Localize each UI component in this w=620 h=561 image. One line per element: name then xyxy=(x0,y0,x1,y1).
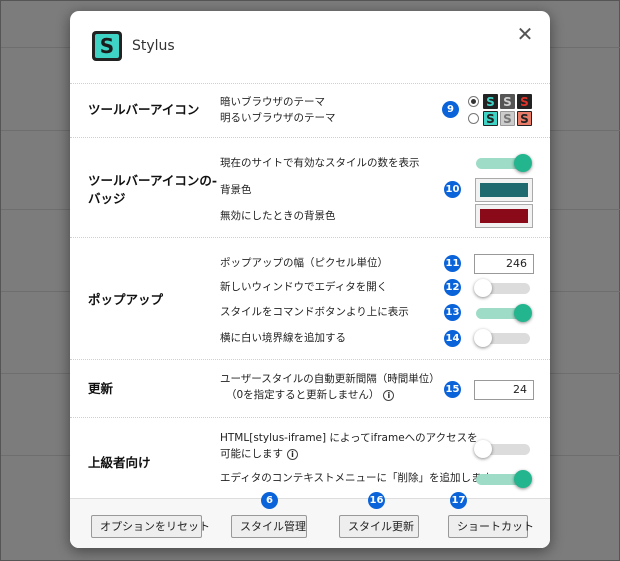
popup-width-label: ポップアップの幅（ピクセル単位） xyxy=(220,257,388,269)
stylus-icon-light-active: S xyxy=(483,111,498,126)
show-count-toggle[interactable] xyxy=(474,154,532,172)
stylus-logo: S xyxy=(92,31,122,61)
callout-badge: 16 xyxy=(368,492,385,509)
disabled-bg-color-picker[interactable] xyxy=(475,204,533,228)
section-title: ツールバーアイコン xyxy=(88,102,200,117)
info-icon[interactable]: i xyxy=(287,448,298,460)
light-theme-radio[interactable] xyxy=(468,113,479,124)
dark-theme-radio[interactable] xyxy=(468,96,479,107)
update-styles-button[interactable]: スタイル更新 xyxy=(339,515,419,538)
callout-badge: 11 xyxy=(444,255,461,272)
info-icon[interactable]: i xyxy=(383,389,395,401)
shortcuts-button[interactable]: ショートカット xyxy=(448,515,534,538)
context-menu-delete-toggle[interactable] xyxy=(474,470,532,488)
show-count-label: 現在のサイトで有効なスタイルの数を表示 xyxy=(220,157,420,169)
callout-badge: 17 xyxy=(450,492,467,509)
bg-color-fill xyxy=(480,183,528,197)
open-editor-window-label: 新しいウィンドウでエディタを開く xyxy=(220,281,388,293)
callout-badge: 12 xyxy=(444,279,461,296)
section-title: 上級者向け xyxy=(88,455,151,470)
callout-badge: 9 xyxy=(442,101,459,118)
callout-badge: 14 xyxy=(444,330,461,347)
toggle-knob xyxy=(514,470,532,488)
toggle-knob xyxy=(474,329,492,347)
open-editor-window-toggle[interactable] xyxy=(474,279,532,297)
app-title: Stylus xyxy=(132,38,175,54)
options-dialog: S Stylus ✕ ツールバーアイコン 暗いブラウザのテーマ 明るいブラウザの… xyxy=(70,11,550,548)
disabled-bg-color-label: 無効にしたときの背景色 xyxy=(220,210,336,222)
dialog-footer: オプションをリセット スタイル管理 スタイル更新 ショートカット 6 16 17 xyxy=(70,492,550,548)
callout-badge: 6 xyxy=(261,492,278,509)
popup-width-input[interactable]: 246 xyxy=(474,254,534,274)
stylus-icon-light-disabled: S xyxy=(517,111,532,126)
light-theme-label: 明るいブラウザのテーマ xyxy=(220,112,336,124)
dialog-header: S Stylus ✕ xyxy=(70,11,550,81)
callout-badge: 15 xyxy=(444,381,461,398)
section-title: ポップアップ xyxy=(88,292,164,307)
stylus-logo-letter: S xyxy=(95,34,119,58)
iframe-access-label-text: 可能にします xyxy=(220,448,283,460)
callout-badge: 10 xyxy=(444,181,461,198)
update-interval-label: ユーザースタイルの自動更新間隔（時間単位） xyxy=(220,373,440,385)
toggle-knob xyxy=(474,440,492,458)
bg-color-label: 背景色 xyxy=(220,184,252,196)
styles-above-label: スタイルをコマンドボタンより上に表示 xyxy=(220,306,409,318)
stylus-icon-dark-active: S xyxy=(483,94,498,109)
section-title-line1: ツールバーアイコンの- xyxy=(88,173,218,188)
context-menu-delete-label: エディタのコンテキストメニューに「削除」を追加します xyxy=(220,472,492,484)
white-border-toggle[interactable] xyxy=(474,329,532,347)
reset-options-button[interactable]: オプションをリセット xyxy=(91,515,210,538)
disabled-bg-color-fill xyxy=(480,209,528,223)
toggle-knob xyxy=(514,304,532,322)
update-interval-input[interactable]: 24 xyxy=(474,380,534,400)
dark-theme-label: 暗いブラウザのテーマ xyxy=(220,96,325,108)
section-toolbar-icon: ツールバーアイコン 暗いブラウザのテーマ 明るいブラウザのテーマ 9 S S S… xyxy=(70,83,550,137)
iframe-access-toggle[interactable] xyxy=(474,440,532,458)
close-icon[interactable]: ✕ xyxy=(514,23,536,45)
white-border-label: 横に白い境界線を追加する xyxy=(220,332,346,344)
styles-above-toggle[interactable] xyxy=(474,304,532,322)
manage-styles-button[interactable]: スタイル管理 xyxy=(231,515,307,538)
toggle-knob xyxy=(474,279,492,297)
stylus-icon-light-inactive: S xyxy=(500,111,515,126)
section-title: 更新 xyxy=(88,381,114,396)
stylus-icon-dark-inactive: S xyxy=(500,94,515,109)
update-interval-hint: （0を指定すると更新しません） i xyxy=(226,388,395,402)
stylus-icon-dark-disabled: S xyxy=(517,94,532,109)
callout-badge: 13 xyxy=(444,304,461,321)
section-popup: ポップアップ ポップアップの幅（ピクセル単位） 新しいウィンドウでエディタを開く… xyxy=(70,237,550,359)
section-advanced: 上級者向け HTML[stylus-iframe] によってiframeへのアク… xyxy=(70,417,550,498)
iframe-access-label: HTML[stylus-iframe] によってiframeへのアクセスを xyxy=(220,432,478,444)
iframe-access-label-line2: 可能にします i xyxy=(220,447,298,461)
section-toolbar-badge: ツールバーアイコンの- バッジ 現在のサイトで有効なスタイルの数を表示 背景色 … xyxy=(70,137,550,237)
update-interval-hint-text: （0を指定すると更新しません） xyxy=(226,389,380,401)
section-update: 更新 ユーザースタイルの自動更新間隔（時間単位） （0を指定すると更新しません）… xyxy=(70,359,550,417)
bg-color-picker[interactable] xyxy=(475,178,533,202)
toggle-knob xyxy=(514,154,532,172)
section-title-line2: バッジ xyxy=(88,191,126,206)
